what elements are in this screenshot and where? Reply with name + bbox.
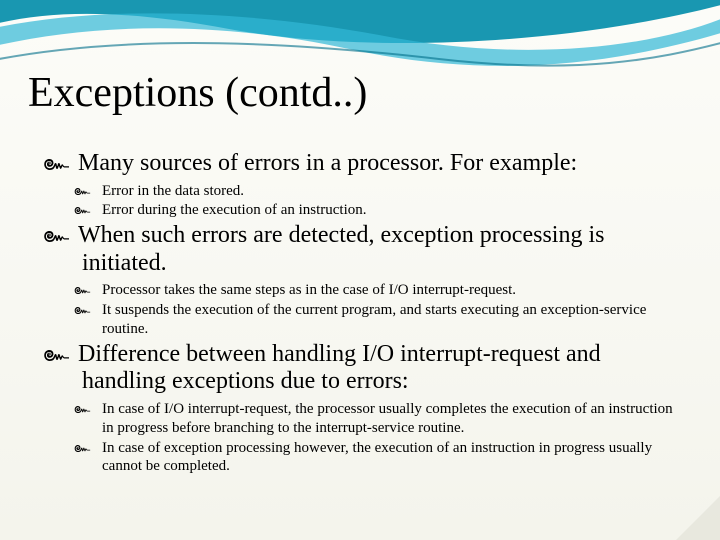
- bullet-lvl1: ๛Many sources of errors in a processor. …: [58, 150, 678, 178]
- bullet-icon: ๛: [82, 282, 102, 300]
- bullet-icon: ๛: [58, 341, 78, 367]
- bullet-lvl1: ๛When such errors are detected, exceptio…: [58, 222, 678, 277]
- bullet-lvl2: ๛In case of exception processing however…: [82, 439, 678, 477]
- bullet-lvl2: ๛Error during the execution of an instru…: [82, 201, 678, 220]
- bullet-icon: ๛: [82, 401, 102, 419]
- bullet-text: Error during the execution of an instruc…: [102, 202, 367, 218]
- bullet-lvl2: ๛Error in the data stored.: [82, 182, 678, 201]
- bullet-text: Error in the data stored.: [102, 183, 244, 199]
- slide-body: ๛Many sources of errors in a processor. …: [58, 148, 678, 477]
- bullet-icon: ๛: [82, 183, 102, 201]
- bullet-text: In case of exception processing however,…: [102, 440, 652, 475]
- bullet-lvl2: ๛In case of I/O interrupt-request, the p…: [82, 400, 678, 438]
- bullet-icon: ๛: [58, 150, 78, 176]
- bullet-text: It suspends the execution of the current…: [102, 302, 646, 337]
- bullet-lvl1: ๛Difference between handling I/O interru…: [58, 341, 678, 396]
- bullet-lvl2: ๛Processor takes the same steps as in th…: [82, 281, 678, 300]
- bullet-icon: ๛: [82, 440, 102, 458]
- bullet-text: Many sources of errors in a processor. F…: [78, 150, 577, 176]
- bullet-text: When such errors are detected, exception…: [78, 222, 604, 276]
- page-curl-decoration: [676, 496, 720, 540]
- bullet-text: Difference between handling I/O interrup…: [78, 341, 601, 395]
- bullet-text: In case of I/O interrupt-request, the pr…: [102, 401, 673, 436]
- bullet-icon: ๛: [82, 302, 102, 320]
- bullet-icon: ๛: [82, 202, 102, 220]
- bullet-text: Processor takes the same steps as in the…: [102, 282, 516, 298]
- bullet-icon: ๛: [58, 222, 78, 248]
- slide-title: Exceptions (contd..): [28, 72, 367, 114]
- bullet-lvl2: ๛It suspends the execution of the curren…: [82, 301, 678, 339]
